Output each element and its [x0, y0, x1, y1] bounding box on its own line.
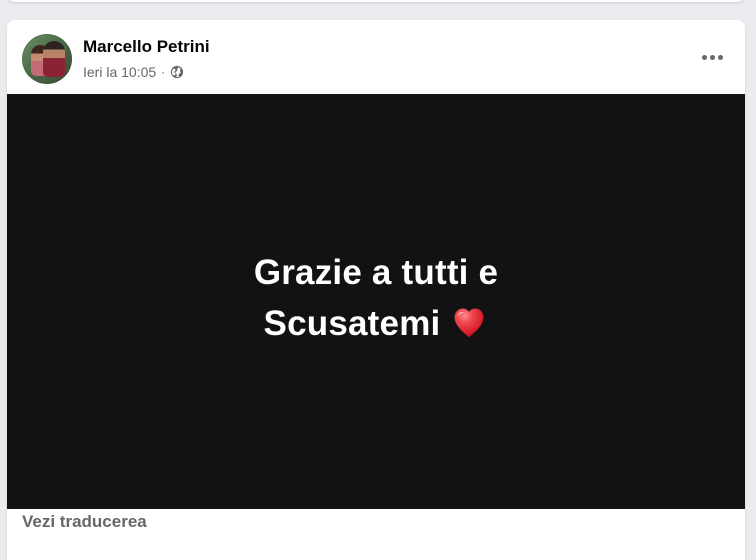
post-meta: Ieri la 10:05 · [83, 63, 184, 81]
post-text-image[interactable]: Grazie a tutti e Scusatemi [7, 94, 745, 509]
post-image-message: Grazie a tutti e Scusatemi [254, 247, 498, 349]
previous-post-card-edge [7, 0, 745, 2]
avatar-person-right [43, 41, 65, 77]
more-horizontal-icon [701, 54, 707, 60]
see-translation-link[interactable]: Vezi traducerea [22, 511, 147, 533]
post-image-line-2-wrapper: Scusatemi [254, 298, 498, 349]
meta-separator: · [161, 65, 166, 79]
post-image-line-1: Grazie a tutti e [253, 252, 499, 292]
post-header: Marcello Petrini Ieri la 10:05 · [7, 20, 745, 94]
more-options-button[interactable] [694, 44, 730, 70]
post-image-line-2: Scusatemi [263, 303, 441, 343]
post-timestamp[interactable]: Ieri la 10:05 [83, 63, 156, 81]
globe-icon[interactable] [170, 65, 184, 79]
avatar[interactable] [22, 34, 72, 84]
facebook-post-card: Marcello Petrini Ieri la 10:05 · Grazie … [7, 20, 745, 560]
red-heart-icon [450, 304, 488, 342]
more-horizontal-icon [717, 54, 723, 60]
more-horizontal-icon [709, 54, 715, 60]
author-name[interactable]: Marcello Petrini [83, 37, 210, 57]
